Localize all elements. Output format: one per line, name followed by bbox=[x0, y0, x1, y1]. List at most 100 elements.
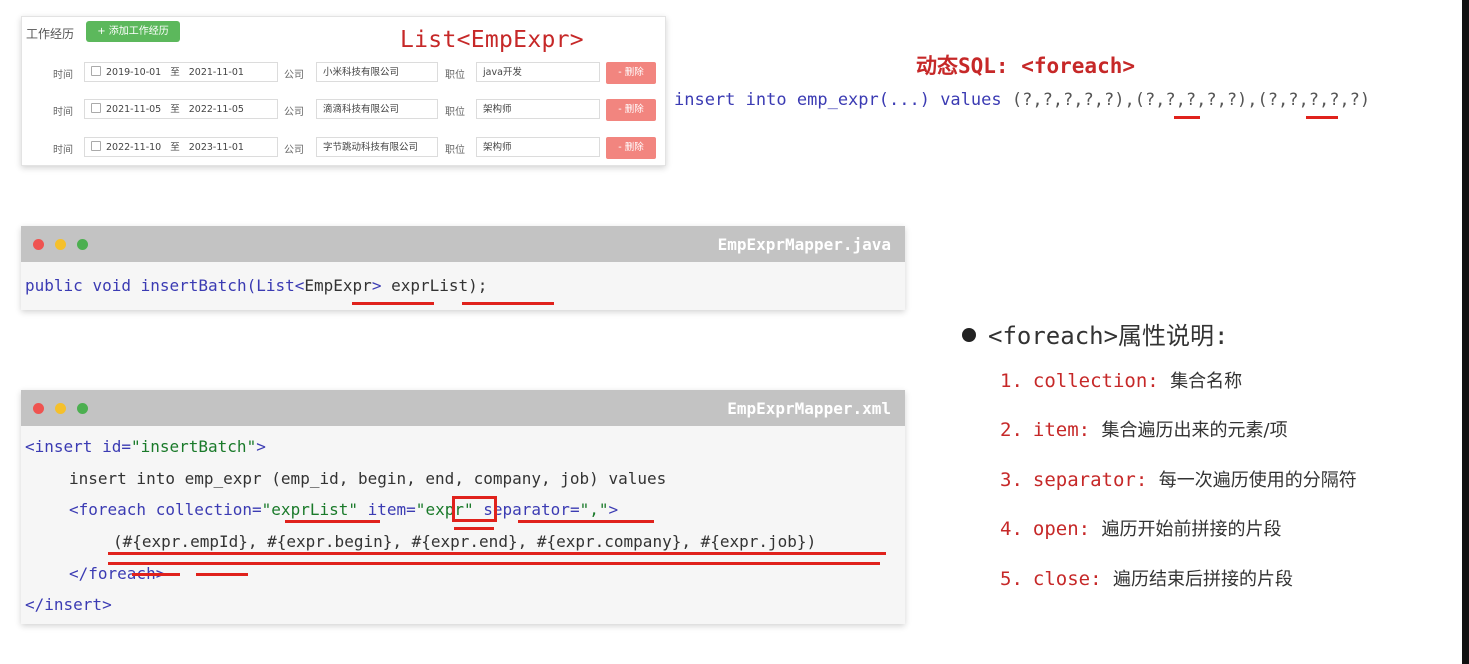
date-range-input[interactable]: 2019-10-01 至 2021-11-01 bbox=[84, 62, 278, 82]
window-titlebar: EmpExprMapper.xml bbox=[21, 390, 905, 426]
file-name: EmpExprMapper.xml bbox=[727, 399, 891, 418]
date-range-input[interactable]: 2022-11-10 至 2023-11-01 bbox=[84, 137, 278, 157]
attr-name: collection: bbox=[1032, 370, 1159, 392]
xml-tag-end: > bbox=[608, 500, 619, 519]
separator-underline bbox=[1306, 116, 1338, 119]
delete-button[interactable]: - 删除 bbox=[606, 62, 656, 84]
separator-value: "," bbox=[579, 500, 609, 519]
company-input[interactable]: 小米科技有限公司 bbox=[316, 62, 438, 82]
window-edge bbox=[1462, 0, 1469, 664]
experience-row: 时间 2019-10-01 至 2021-11-01 公司 小米科技有限公司 职位 … bbox=[22, 62, 665, 84]
company-input[interactable]: 字节跳动科技有限公司 bbox=[316, 137, 438, 157]
company-input[interactable]: 滴滴科技有限公司 bbox=[316, 99, 438, 119]
separator-comma: , bbox=[1247, 90, 1258, 110]
calendar-icon bbox=[91, 141, 101, 151]
dynamic-sql-title: 动态SQL: <foreach> bbox=[916, 54, 1136, 78]
to-label: 至 bbox=[170, 67, 180, 78]
minimize-dot-icon[interactable] bbox=[55, 239, 66, 250]
sql-keyword: insert bbox=[674, 90, 736, 110]
experience-row: 时间 2021-11-05 至 2022-11-05 公司 滴滴科技有限公司 职位 … bbox=[22, 99, 665, 121]
minimize-dot-icon[interactable] bbox=[55, 403, 66, 414]
group-underline bbox=[108, 552, 886, 555]
foreach-attributes-title: <foreach>属性说明: bbox=[962, 316, 1229, 351]
sql-keyword: into bbox=[745, 90, 787, 110]
begin-date: 2021-11-05 bbox=[106, 104, 162, 115]
attr-desc: 每一次遍历使用的分隔符 bbox=[1158, 470, 1357, 491]
to-label: 至 bbox=[170, 142, 180, 153]
attr-number: 2. bbox=[1000, 419, 1023, 441]
job-label: 职位 bbox=[445, 70, 465, 81]
method-signature: insertBatch(List< bbox=[140, 276, 305, 295]
company-label: 公司 bbox=[284, 107, 304, 118]
section-label: 工作经历 bbox=[26, 27, 75, 41]
attr-desc: 集合名称 bbox=[1170, 371, 1243, 392]
group-underline bbox=[108, 562, 880, 565]
close-dot-icon[interactable] bbox=[33, 239, 44, 250]
date-range-input[interactable]: 2021-11-05 至 2022-11-05 bbox=[84, 99, 278, 119]
job-input[interactable]: 架构师 bbox=[476, 99, 600, 119]
param-name: exprList bbox=[391, 276, 469, 295]
begin-date: 2019-10-01 bbox=[106, 67, 162, 78]
code-line: public void insertBatch(List<EmpExpr> ex… bbox=[25, 276, 487, 295]
begin-date: 2022-11-10 bbox=[106, 142, 162, 153]
attr-name: open: bbox=[1032, 518, 1091, 540]
xml-tag: <foreach collection= bbox=[69, 500, 262, 519]
maximize-dot-icon[interactable] bbox=[77, 403, 88, 414]
attr-number: 1. bbox=[1000, 370, 1023, 392]
end-date: 2022-11-05 bbox=[188, 104, 244, 115]
time-label: 时间 bbox=[53, 70, 73, 81]
calendar-icon bbox=[91, 103, 101, 113]
end-date: 2021-11-01 bbox=[188, 67, 244, 78]
job-input[interactable]: java开发 bbox=[476, 62, 600, 82]
time-label: 时间 bbox=[53, 145, 73, 156]
code-line: insert into emp_expr (emp_id, begin, end… bbox=[69, 469, 667, 488]
java-keyword: public bbox=[25, 276, 83, 295]
attr-item: 5. close: 遍历结束后拼接的片段 bbox=[1000, 565, 1293, 591]
placeholder-group: (?,?,?,?,?) bbox=[1257, 90, 1371, 110]
attr-name: separator: bbox=[1032, 469, 1148, 491]
job-label: 职位 bbox=[445, 107, 465, 118]
collection-underline bbox=[285, 520, 380, 523]
attr-name: item: bbox=[1032, 419, 1091, 441]
attr-desc: 遍历结束后拼接的片段 bbox=[1112, 569, 1293, 590]
delete-button[interactable]: - 删除 bbox=[606, 99, 656, 121]
job-input[interactable]: 架构师 bbox=[476, 137, 600, 157]
close-dot-icon[interactable] bbox=[33, 403, 44, 414]
type-underline bbox=[352, 302, 434, 305]
type-close: > bbox=[371, 276, 382, 295]
param-underline bbox=[462, 302, 554, 305]
attr-item: 3. separator: 每一次遍历使用的分隔符 bbox=[1000, 466, 1357, 492]
sql-statement: insert into emp_expr(...) values (?,?,?,… bbox=[674, 90, 1370, 110]
bullet-icon bbox=[962, 328, 976, 342]
calendar-icon bbox=[91, 66, 101, 76]
delete-button[interactable]: - 删除 bbox=[606, 137, 656, 159]
end-date: 2023-11-01 bbox=[188, 142, 244, 153]
xml-tag: <insert id= bbox=[25, 437, 131, 456]
title-text: <foreach>属性说明: bbox=[988, 322, 1229, 350]
statement-end: ); bbox=[468, 276, 488, 295]
attr-number: 4. bbox=[1000, 518, 1023, 540]
xml-attr-value: "insertBatch" bbox=[130, 437, 257, 456]
xml-attr-name: item= bbox=[358, 500, 416, 519]
list-title: List<EmpExpr> bbox=[400, 27, 584, 53]
job-label: 职位 bbox=[445, 145, 465, 156]
sql-table: emp_expr(...) bbox=[796, 90, 930, 110]
java-keyword: void bbox=[92, 276, 131, 295]
code-line: <insert id="insertBatch"> bbox=[25, 437, 266, 456]
company-label: 公司 bbox=[284, 70, 304, 81]
sql-keyword: values bbox=[940, 90, 1002, 110]
attr-desc: 遍历开始前拼接的片段 bbox=[1101, 519, 1282, 540]
code-line: <foreach collection="exprList" item="exp… bbox=[69, 500, 618, 519]
close-tag-underline bbox=[132, 573, 180, 576]
attr-desc: 集合遍历出来的元素/项 bbox=[1101, 420, 1288, 441]
item-highlight-box bbox=[452, 496, 497, 522]
work-experience-form: 工作经历 + 添加工作经历 List<EmpExpr> 时间 2019-10-0… bbox=[21, 16, 666, 166]
file-name: EmpExprMapper.java bbox=[717, 235, 891, 254]
close-tag-underline bbox=[196, 573, 248, 576]
maximize-dot-icon[interactable] bbox=[77, 239, 88, 250]
attr-item: 1. collection: 集合名称 bbox=[1000, 367, 1242, 393]
add-work-experience-button[interactable]: + 添加工作经历 bbox=[86, 21, 180, 42]
separator-comma: , bbox=[1124, 90, 1135, 110]
placeholder-group: (?,?,?,?,?) bbox=[1134, 90, 1248, 110]
attr-item: 4. open: 遍历开始前拼接的片段 bbox=[1000, 515, 1282, 541]
